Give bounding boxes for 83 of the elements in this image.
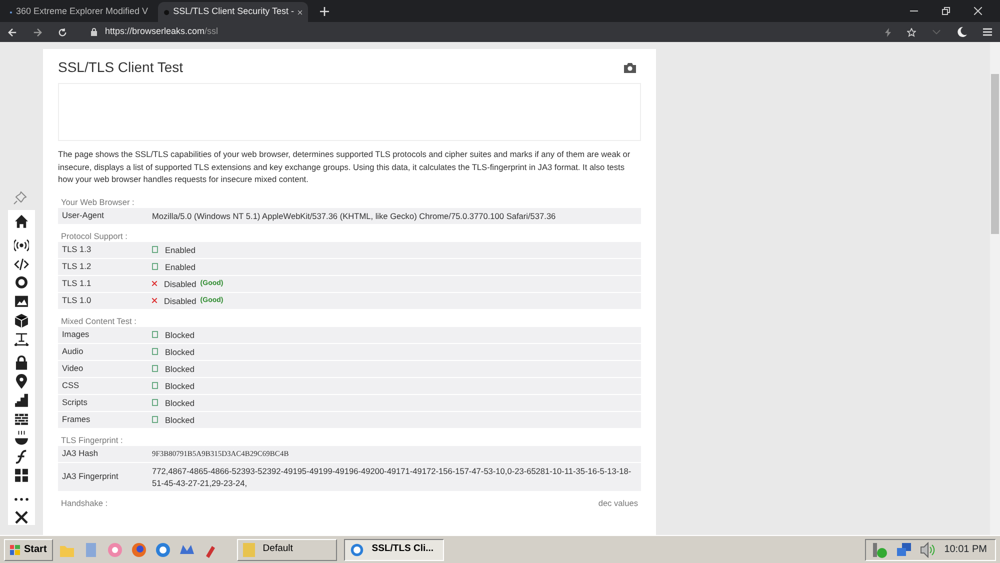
restore-icon[interactable]	[942, 7, 950, 15]
back-icon[interactable]	[8, 28, 17, 36]
star-icon[interactable]	[907, 28, 916, 36]
cross-icon	[152, 281, 157, 286]
circle-favicon-icon	[164, 8, 170, 16]
moon-icon[interactable]	[957, 27, 967, 37]
code-icon[interactable]	[14, 256, 29, 272]
pin-icon[interactable]	[13, 191, 27, 205]
taskbar-window-button[interactable]: SSL/TLS Cli...	[344, 538, 444, 560]
square-icon	[152, 331, 158, 338]
row-value: Blocked	[165, 346, 195, 358]
intro-paragraph: The page shows the SSL/TLS capabilities of your web browser, determines supported TLS protocols and cipher suites and marks if any of them are weak or insecure, displays a list of supported TLS extensions and key exchange groups. Using this data, it calculates the TLS-fingerprint in JA3 format. It also tests how your web browser handles requests for insecure mixed content.	[58, 148, 632, 186]
row-label: Audio	[61, 345, 84, 358]
row-value: Disabled	[164, 278, 196, 290]
scrollbar[interactable]	[990, 42, 1000, 535]
row-label: TLS 1.0	[61, 294, 92, 307]
section-heading: Mixed Content Test :	[61, 314, 136, 324]
row-label: Images	[61, 328, 90, 341]
row-value: Mozilla/5.0 (Windows NT 5.1) AppleWebKit/537.36 (KHTML, like Gecko) Chrome/75.0.3770.100 Safari/537.36	[152, 210, 556, 222]
row-label: TLS 1.1	[61, 277, 92, 290]
square-icon	[152, 348, 158, 355]
forward-icon[interactable]	[33, 28, 42, 36]
section-heading: Protocol Support :	[61, 230, 128, 240]
row-value: Blocked	[165, 396, 195, 408]
row-label: TLS 1.2	[61, 260, 92, 273]
row-label: JA3 Fingerprint	[61, 470, 120, 483]
close-icon[interactable]	[298, 8, 302, 16]
units-label: dec values	[598, 496, 638, 506]
image-icon[interactable]	[14, 294, 29, 309]
browser-tab[interactable]: 360 Extreme Explorer Modified V	[4, 2, 154, 22]
close-icon[interactable]	[974, 7, 982, 15]
taskbar-window-button[interactable]: Default	[236, 538, 337, 560]
network-computers-icon[interactable]	[896, 542, 912, 558]
lightning-icon[interactable]	[885, 28, 891, 36]
minimize-icon[interactable]	[910, 10, 918, 12]
section-heading: Handshake :	[61, 496, 108, 506]
reload-icon[interactable]	[58, 28, 67, 36]
row-value: Enabled	[165, 244, 196, 256]
broadcast-icon[interactable]	[14, 238, 29, 252]
square-icon	[152, 416, 158, 423]
windows-flag-icon	[10, 544, 20, 554]
padlock-icon[interactable]	[14, 355, 29, 370]
square-icon	[152, 365, 158, 372]
new-tab-icon[interactable]	[320, 7, 329, 16]
row-label: TLS 1.3	[61, 243, 92, 256]
row-label: Frames	[61, 413, 92, 426]
section-heading: Your Web Browser :	[61, 196, 134, 206]
flash-f-icon[interactable]	[14, 449, 29, 464]
map-pin-icon[interactable]	[14, 374, 29, 389]
row-value: Blocked	[165, 328, 195, 340]
text-height-icon[interactable]	[14, 332, 29, 346]
row-value: Blocked	[165, 380, 195, 392]
camera-icon[interactable]	[624, 62, 636, 72]
row-value: Blocked	[165, 362, 195, 374]
clock-time: 10:01 PM	[944, 543, 987, 557]
start-button[interactable]: Start	[4, 538, 53, 560]
row-label: Scripts	[61, 396, 88, 409]
section-heading: TLS Fingerprint :	[61, 434, 123, 444]
address-field[interactable]: https://browserleaks.com/ssl	[105, 25, 218, 39]
coffee-cup-icon[interactable]	[14, 430, 29, 445]
square-icon	[152, 399, 158, 406]
row-value: Enabled	[165, 260, 196, 272]
cube-icon[interactable]	[14, 312, 29, 328]
windows-logo-icon[interactable]	[14, 468, 29, 482]
square-icon	[152, 246, 158, 253]
row-value: 772,4867-4865-4866-52393-52392-49195-49199-49196-49200-49171-49172-156-157-47-53-10,0-23-65281-10-11-35-16-5-13-18-51-45-43-27-21,29-23-24,	[152, 464, 632, 488]
stairs-icon[interactable]	[14, 392, 29, 408]
square-icon	[152, 382, 158, 389]
lock-icon	[91, 28, 97, 36]
brick-wall-icon[interactable]	[14, 412, 29, 426]
page-title: SSL/TLS Client Test	[58, 58, 184, 77]
browser-tab[interactable]: SSL/TLS Client Security Test -	[158, 2, 308, 22]
row-label: User-Agent	[61, 209, 105, 222]
row-value: Blocked	[165, 414, 195, 426]
home-icon[interactable]	[14, 214, 29, 229]
row-label: CSS	[61, 379, 80, 392]
cross-icon	[152, 298, 157, 303]
square-icon	[152, 263, 158, 270]
speaker-icon[interactable]	[920, 542, 936, 558]
row-label: Video	[61, 362, 84, 375]
menu-icon[interactable]	[983, 28, 992, 36]
row-label: JA3 Hash	[61, 447, 99, 460]
row-value: Disabled	[164, 294, 196, 306]
